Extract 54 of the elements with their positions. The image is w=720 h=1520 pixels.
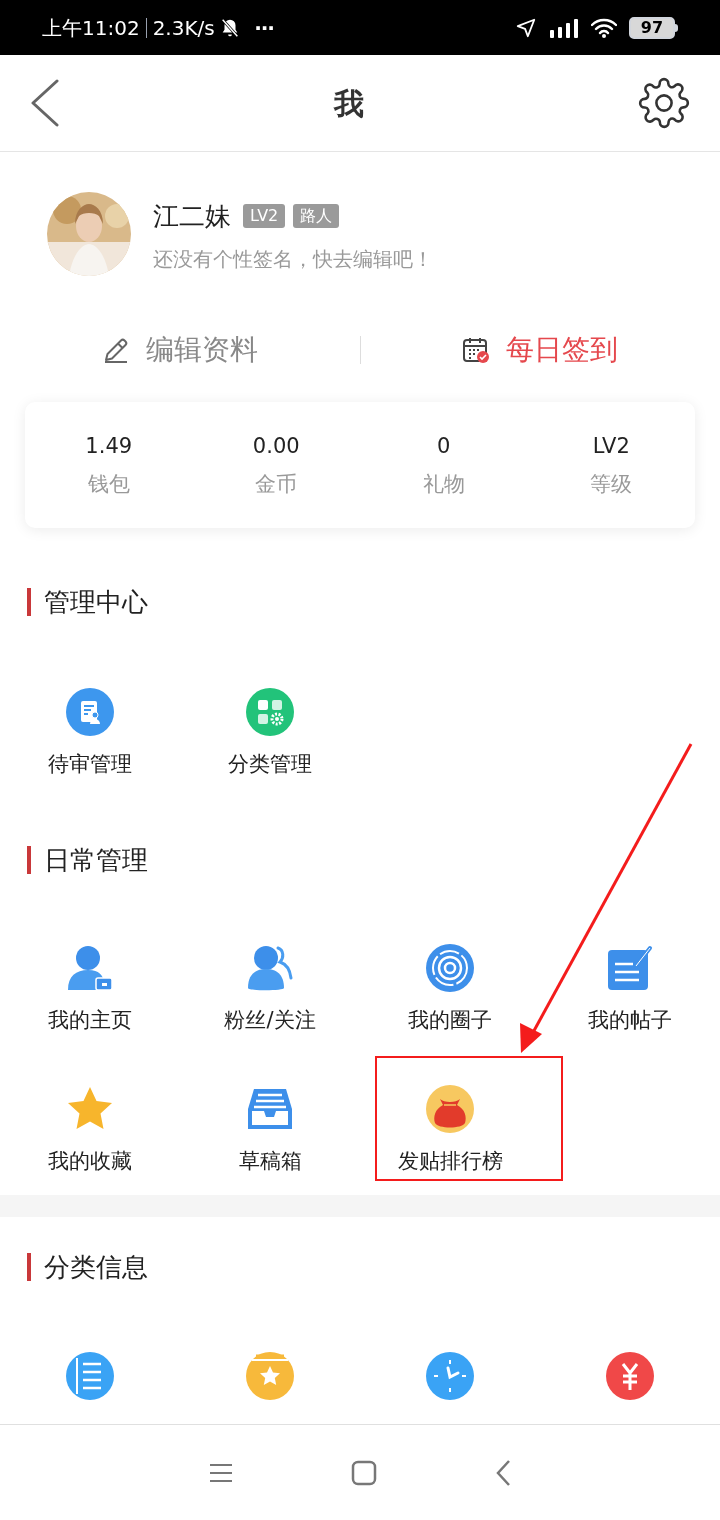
target-circle-icon[interactable] bbox=[426, 944, 474, 992]
stat-label: 等级 bbox=[590, 471, 633, 497]
status-time: 上午11:02 bbox=[42, 14, 140, 42]
clock-icon[interactable] bbox=[426, 1352, 474, 1400]
users-icon[interactable] bbox=[246, 944, 294, 992]
money-bag-icon[interactable] bbox=[426, 1085, 474, 1133]
level-tag: LV2 bbox=[243, 204, 286, 228]
document-user-icon[interactable] bbox=[66, 688, 114, 736]
menu-item[interactable]: 我的收藏 bbox=[48, 1147, 132, 1175]
menu-item[interactable]: 草稿箱 bbox=[238, 1147, 302, 1175]
stat-label: 礼物 bbox=[422, 471, 465, 497]
menu-item[interactable]: 我的圈子 bbox=[408, 1006, 492, 1034]
menu-icon[interactable] bbox=[209, 1462, 233, 1483]
wifi-icon bbox=[591, 17, 617, 38]
network-speed: 2.3K/s bbox=[152, 14, 215, 42]
home-icon[interactable] bbox=[351, 1459, 377, 1486]
stat-item[interactable]: 1.49 钱包 bbox=[25, 402, 193, 528]
stat-label: 钱包 bbox=[87, 471, 130, 497]
stat-value: 1.49 bbox=[85, 433, 133, 459]
stat-item[interactable]: 0 礼物 bbox=[360, 402, 528, 528]
location-arrow-icon bbox=[515, 16, 537, 39]
check-in-button[interactable]: 每日签到 bbox=[360, 320, 720, 380]
section-title: 分类信息 bbox=[44, 1250, 148, 1284]
page-title: 我 bbox=[334, 84, 364, 123]
signature-text: 还没有个性签名，快去编辑吧！ bbox=[153, 245, 433, 273]
menu-item[interactable]: 我的帖子 bbox=[588, 1006, 672, 1034]
grid-gear-icon[interactable] bbox=[246, 688, 294, 736]
settings-icon[interactable] bbox=[638, 77, 690, 129]
menu-item[interactable]: 粉丝/关注 bbox=[224, 1006, 316, 1034]
note-edit-icon[interactable] bbox=[606, 944, 654, 992]
menu-item[interactable]: 我的主页 bbox=[48, 1006, 132, 1034]
calendar-check-icon bbox=[462, 336, 491, 364]
user-card-icon[interactable] bbox=[66, 944, 114, 992]
list-icon[interactable] bbox=[66, 1352, 114, 1400]
edit-profile-button[interactable]: 编辑资料 bbox=[0, 320, 360, 380]
back-icon[interactable] bbox=[30, 79, 60, 127]
battery-indicator: 97 bbox=[629, 16, 675, 39]
menu-item[interactable]: 分类管理 bbox=[228, 750, 312, 778]
stat-item[interactable]: 0.00 金币 bbox=[192, 402, 360, 528]
stat-label: 金币 bbox=[255, 471, 298, 497]
yuan-icon[interactable] bbox=[606, 1352, 654, 1400]
menu-item[interactable]: 待审管理 bbox=[48, 750, 132, 778]
level-tag: 路人 bbox=[293, 204, 340, 228]
more-indicator: ⋯ bbox=[254, 14, 275, 42]
section-title: 日常管理 bbox=[44, 843, 148, 877]
user-name: 江二妹 bbox=[153, 199, 231, 233]
menu-item[interactable]: 发贴排行榜 bbox=[397, 1147, 503, 1175]
back-icon[interactable] bbox=[495, 1458, 511, 1487]
stat-value: 0 bbox=[437, 433, 451, 459]
signal-icon bbox=[549, 17, 579, 38]
stat-value: 0.00 bbox=[252, 433, 300, 459]
stat-item[interactable]: LV2 等级 bbox=[527, 402, 695, 528]
stat-value: LV2 bbox=[592, 433, 630, 459]
section-title: 管理中心 bbox=[44, 585, 148, 619]
